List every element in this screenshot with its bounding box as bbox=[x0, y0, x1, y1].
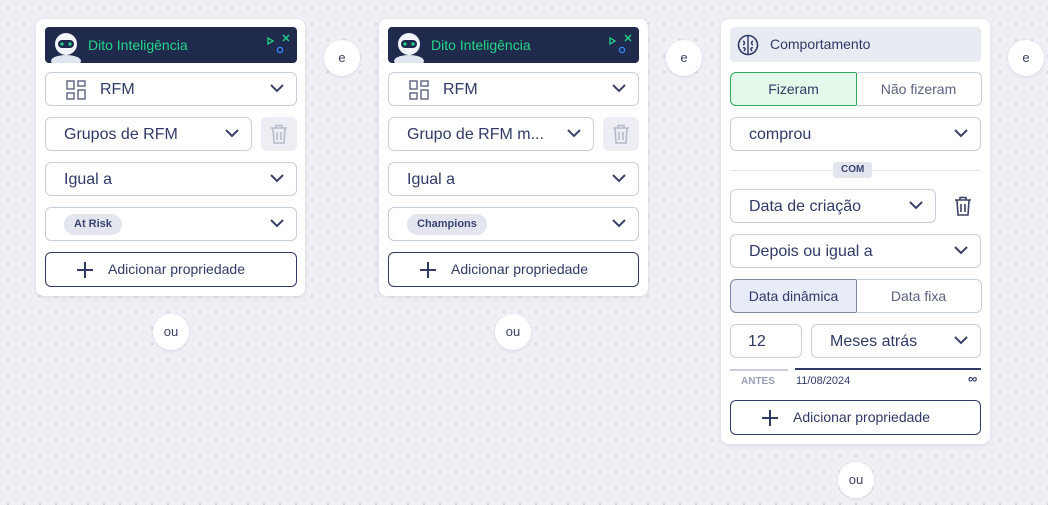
add-property-button[interactable]: Adicionar propriedade bbox=[45, 252, 297, 287]
behavior-title: Comportamento bbox=[770, 36, 871, 52]
with-tag: COM bbox=[833, 162, 873, 178]
robot-icon bbox=[51, 33, 81, 63]
property-select[interactable]: Data de criação bbox=[730, 189, 936, 223]
toggle-data-fixa[interactable]: Data fixa bbox=[856, 279, 982, 313]
rfm-condition-card-2: Dito Inteligência RFM Grupo de RFM m... … bbox=[379, 19, 648, 296]
operator-label: Igual a bbox=[64, 171, 113, 188]
and-connector[interactable]: e bbox=[324, 40, 360, 76]
toggle-data-dinamica[interactable]: Data dinâmica bbox=[730, 279, 857, 313]
value-select[interactable]: At Risk bbox=[45, 207, 297, 241]
add-property-label: Adicionar propriedade bbox=[451, 261, 588, 277]
operator-select[interactable]: Depois ou igual a bbox=[730, 234, 981, 268]
chevron-down-icon bbox=[954, 246, 968, 255]
chevron-down-icon bbox=[954, 129, 968, 138]
trash-icon bbox=[955, 196, 971, 216]
timeline-before-bar bbox=[730, 369, 788, 371]
toggle-nao-fizeram[interactable]: Não fizeram bbox=[856, 72, 982, 106]
value-select[interactable]: Champions bbox=[388, 207, 639, 241]
action-label: comprou bbox=[749, 126, 812, 143]
property-label: Data de criação bbox=[749, 198, 862, 215]
and-connector[interactable]: e bbox=[1008, 40, 1044, 76]
chevron-down-icon bbox=[270, 84, 284, 93]
or-connector[interactable]: ou bbox=[153, 314, 189, 350]
amount-input[interactable]: 12 bbox=[730, 324, 802, 358]
entity-label: RFM bbox=[100, 81, 135, 98]
delete-property-button[interactable] bbox=[945, 189, 981, 223]
action-select[interactable]: comprou bbox=[730, 117, 981, 151]
trash-icon bbox=[271, 124, 287, 144]
property-label: Grupo de RFM m... bbox=[407, 126, 544, 143]
entity-select[interactable]: RFM bbox=[45, 72, 297, 106]
amount-value: 12 bbox=[748, 333, 766, 350]
sparkle-icon bbox=[609, 34, 632, 54]
brain-icon bbox=[737, 34, 759, 56]
behavior-condition-card: Comportamento Fizeram Não fizeram compro… bbox=[721, 19, 990, 444]
operator-label: Depois ou igual a bbox=[749, 243, 873, 260]
date-value: 11/08/2024 bbox=[796, 375, 851, 387]
chevron-down-icon bbox=[612, 174, 626, 183]
chevron-down-icon bbox=[225, 129, 239, 138]
trash-icon bbox=[613, 124, 629, 144]
entity-select[interactable]: RFM bbox=[388, 72, 639, 106]
property-select[interactable]: Grupos de RFM bbox=[45, 117, 252, 151]
infinity-label: ∞ bbox=[968, 371, 978, 386]
add-property-label: Adicionar propriedade bbox=[793, 409, 930, 425]
entity-label: RFM bbox=[443, 81, 478, 98]
dito-inteligencia-banner: Dito Inteligência bbox=[388, 27, 639, 63]
rfm-condition-card-1: Dito Inteligência RFM Grupos de RFM Igua… bbox=[36, 19, 305, 296]
operator-select[interactable]: Igual a bbox=[388, 162, 639, 196]
grid-icon bbox=[409, 80, 429, 100]
add-property-button[interactable]: Adicionar propriedade bbox=[730, 400, 981, 435]
value-tag: Champions bbox=[407, 214, 487, 235]
chevron-down-icon bbox=[567, 129, 581, 138]
banner-title: Dito Inteligência bbox=[431, 37, 531, 53]
or-connector[interactable]: ou bbox=[495, 314, 531, 350]
chevron-down-icon bbox=[612, 84, 626, 93]
delete-property-button[interactable] bbox=[603, 117, 639, 151]
chevron-down-icon bbox=[612, 219, 626, 228]
behavior-header: Comportamento bbox=[730, 27, 981, 62]
timeline-after-bar bbox=[795, 368, 981, 370]
value-tag: At Risk bbox=[64, 214, 122, 235]
operator-select[interactable]: Igual a bbox=[45, 162, 297, 196]
unit-label: Meses atrás bbox=[830, 333, 918, 350]
unit-select[interactable]: Meses atrás bbox=[811, 324, 981, 358]
delete-property-button[interactable] bbox=[261, 117, 297, 151]
plus-icon bbox=[762, 410, 778, 426]
add-property-label: Adicionar propriedade bbox=[108, 261, 245, 277]
banner-title: Dito Inteligência bbox=[88, 37, 188, 53]
plus-icon bbox=[77, 262, 93, 278]
chevron-down-icon bbox=[909, 201, 923, 210]
or-connector[interactable]: ou bbox=[838, 462, 874, 498]
robot-icon bbox=[394, 33, 424, 63]
add-property-button[interactable]: Adicionar propriedade bbox=[388, 252, 639, 287]
chevron-down-icon bbox=[270, 174, 284, 183]
property-label: Grupos de RFM bbox=[64, 126, 178, 143]
chevron-down-icon bbox=[954, 336, 968, 345]
dito-inteligencia-banner: Dito Inteligência bbox=[45, 27, 297, 63]
and-connector[interactable]: e bbox=[666, 40, 702, 76]
grid-icon bbox=[66, 80, 86, 100]
operator-label: Igual a bbox=[407, 171, 456, 188]
chevron-down-icon bbox=[270, 219, 284, 228]
plus-icon bbox=[420, 262, 436, 278]
sparkle-icon bbox=[267, 34, 290, 54]
property-select[interactable]: Grupo de RFM m... bbox=[388, 117, 594, 151]
toggle-fizeram[interactable]: Fizeram bbox=[730, 72, 857, 106]
before-label: ANTES bbox=[741, 376, 775, 387]
